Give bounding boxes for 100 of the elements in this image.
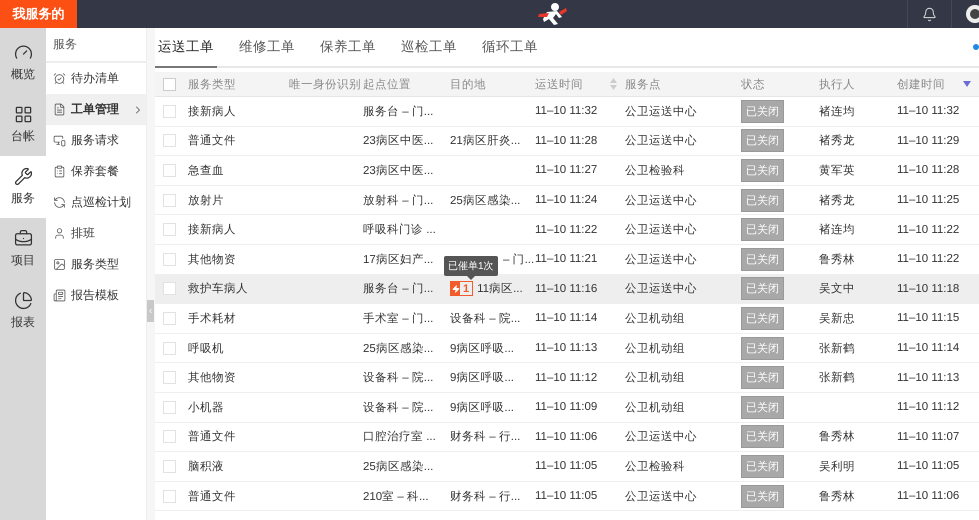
table-cell-text: 接新病人 <box>188 104 236 119</box>
table-cell-text: 25病区感染... <box>450 193 520 208</box>
table-cell-text: 呼吸机 <box>188 342 224 356</box>
table-cell: 11–10 11:27 <box>535 164 598 176</box>
table-cell: 11–10 11:09 <box>535 401 598 414</box>
tab[interactable]: 循环工单 <box>479 28 541 68</box>
table-row[interactable]: 普通文件 口腔治疗室 ... 财务科 – 行... 11–10 11:06 公卫运送中心 已关闭 鲁秀林 11–10 11:07 <box>155 422 979 452</box>
rail-label: 概览 <box>11 66 35 83</box>
table-cell-text: 9病区呼吸... <box>450 342 514 356</box>
tab[interactable]: 维修工单 <box>236 28 298 68</box>
row-checkbox[interactable] <box>163 194 176 207</box>
rail-item[interactable]: 台帐 <box>0 94 46 156</box>
table-row[interactable]: 接新病人 服务台 – 门... 11–10 11:32 公卫运送中心 已关闭 褚连均 11–10 11:32 <box>155 97 979 127</box>
sidebar-item[interactable]: 保养套餐 <box>46 156 146 187</box>
row-checkbox[interactable] <box>163 104 176 118</box>
sidebar-item[interactable]: 报告模板 <box>46 280 146 311</box>
status-badge: 已关闭 <box>741 218 784 242</box>
table-row[interactable]: 手术耗材 手术室 – 门... 设备科 – 院... 11–10 11:14 公卫机动组 已关闭 吴新忠 11–10 11:15 <box>155 304 979 334</box>
monitor-icon <box>53 134 66 147</box>
table-row[interactable]: 普通文件 23病区中医... 21病区肝炎... 11–10 11:28 公卫运送中心 已关闭 褚秀龙 11–10 11:29 <box>155 126 979 156</box>
row-checkbox[interactable] <box>163 490 176 503</box>
rail-item[interactable]: 报表 <box>0 280 46 342</box>
table-cell-text: 脑积液 <box>188 459 224 474</box>
row-checkbox[interactable] <box>163 460 176 473</box>
sort-icon[interactable] <box>610 78 617 90</box>
table-cell-text: 11病区... <box>477 282 523 296</box>
row-checkbox[interactable] <box>163 371 176 384</box>
rail-item[interactable]: 项目 <box>0 218 46 280</box>
table-row[interactable]: 急查血 23病区中医... 11–10 11:27 公卫检验科 已关闭 黄军英 11–10 11:28 <box>155 156 979 186</box>
lightning-icon <box>452 284 460 293</box>
status-badge: 已关闭 <box>741 248 784 271</box>
bell-icon <box>922 6 937 22</box>
table-cell-text: 其他物资 <box>188 252 236 267</box>
table-cell: 11–10 11:24 <box>535 194 598 206</box>
table-cell: 11–10 11:12 <box>897 401 960 414</box>
table-row[interactable]: 救护车病人 服务台 – 门... 1 11病区... 11–10 11:16 公卫运送中心 已关闭 吴文中 11–10 11:18 <box>155 274 979 304</box>
avatar-icon[interactable] <box>965 5 979 23</box>
table-cell: 11–10 11:14 <box>535 312 598 324</box>
table-cell-text: 财务科 – 行... <box>450 490 520 504</box>
table-cell: 11–10 11:29 <box>897 134 960 147</box>
tab[interactable]: 保养工单 <box>317 28 379 68</box>
table-cell-text: 公卫运送中心 <box>625 193 697 208</box>
alarm-clock-icon <box>53 72 66 85</box>
row-checkbox[interactable] <box>163 342 176 355</box>
newspaper-icon <box>53 289 66 302</box>
table-cell-text: 手术耗材 <box>188 311 236 326</box>
refresh-icon <box>53 196 66 209</box>
table-row[interactable]: 普通文件 210室 – 科... 财务科 – 行... 11–10 11:05 公卫运送中心 已关闭 鲁秀林 11–10 11:06 <box>155 482 979 512</box>
pie-chart-icon <box>14 291 32 310</box>
table-cell-text: 张新鹤 <box>819 341 855 356</box>
table-cell: 公卫运送中心 <box>625 222 697 238</box>
table-cell: 11–10 11:16 <box>535 282 598 295</box>
rail-item[interactable]: 服务 <box>0 156 46 218</box>
row-checkbox[interactable] <box>163 430 176 444</box>
document-icon <box>53 103 66 116</box>
table-cell-text: 25病区感染... <box>363 459 434 474</box>
row-checkbox[interactable] <box>163 164 176 177</box>
table-cell: 11–10 11:12 <box>535 372 598 384</box>
row-checkbox[interactable] <box>163 223 176 236</box>
tab[interactable]: 巡检工单 <box>398 28 460 68</box>
rail-item[interactable]: 概览 <box>0 32 46 94</box>
sidebar-item[interactable]: 工单管理 <box>46 94 146 125</box>
table-cell: 公卫运送中心 <box>625 429 697 444</box>
row-checkbox[interactable] <box>163 400 176 414</box>
table-cell-text: 手术室 – 门... <box>363 311 434 326</box>
row-checkbox[interactable] <box>163 252 176 266</box>
table-cell: 普通文件 <box>188 429 236 444</box>
table-cell-text: 25病区感染... <box>363 341 434 356</box>
table-cell-text: 褚连均 <box>819 222 855 238</box>
sort-descending-icon[interactable] <box>963 81 971 87</box>
tab[interactable]: 运送工单 <box>155 28 217 68</box>
table-cell-text: 普通文件 <box>188 489 236 504</box>
table-cell: 11–10 11:07 <box>897 430 960 443</box>
grid-icon <box>14 105 32 124</box>
table-row[interactable]: 接新病人 呼吸科门诊 ... 11–10 11:22 公卫运送中心 已关闭 褚连均 11–10 11:22 <box>155 215 979 245</box>
sidebar-item[interactable]: 服务请求 <box>46 125 146 156</box>
rail-label: 台帐 <box>11 128 35 145</box>
table-row[interactable]: 其他物资 设备科 – 院... 9病区呼吸... 11–10 11:12 公卫机动组 已关闭 张新鹤 11–10 11:13 <box>155 363 979 393</box>
table-cell-text: 鲁秀林 <box>819 430 855 444</box>
table-cell-text: 公卫运送中心 <box>625 104 697 119</box>
table-cell-text: 23病区中医... <box>363 164 434 178</box>
table-cell: 11–10 11:32 <box>897 105 960 118</box>
row-checkbox[interactable] <box>163 134 176 148</box>
table-row[interactable]: 脑积液 25病区感染... 11–10 11:05 公卫检验科 已关闭 吴利明 11–10 11:05 <box>155 452 979 482</box>
table-cell: 11–10 11:05 <box>535 460 598 472</box>
select-all-checkbox[interactable] <box>163 78 176 90</box>
table-cell: 呼吸科门诊 ... <box>363 222 436 238</box>
sidebar-item[interactable]: 排班 <box>46 218 146 249</box>
row-checkbox[interactable] <box>163 282 176 296</box>
table-cell: 救护车病人 <box>188 281 248 296</box>
table-cell-text: 9病区呼吸... <box>450 400 514 415</box>
collapse-handle[interactable] <box>147 300 154 322</box>
table-cell-text: 吴新忠 <box>819 311 855 326</box>
table-cell: 张新鹤 <box>819 370 855 386</box>
sidebar-item[interactable]: 点巡检计划 <box>46 187 146 218</box>
sidebar-item[interactable]: 服务类型 <box>46 249 146 280</box>
sidebar-item[interactable]: 待办清单 <box>46 63 146 94</box>
table-cell: 11–10 11:22 <box>897 253 960 266</box>
row-checkbox[interactable] <box>163 312 176 325</box>
table-cell-text: 其他物资 <box>188 370 236 386</box>
